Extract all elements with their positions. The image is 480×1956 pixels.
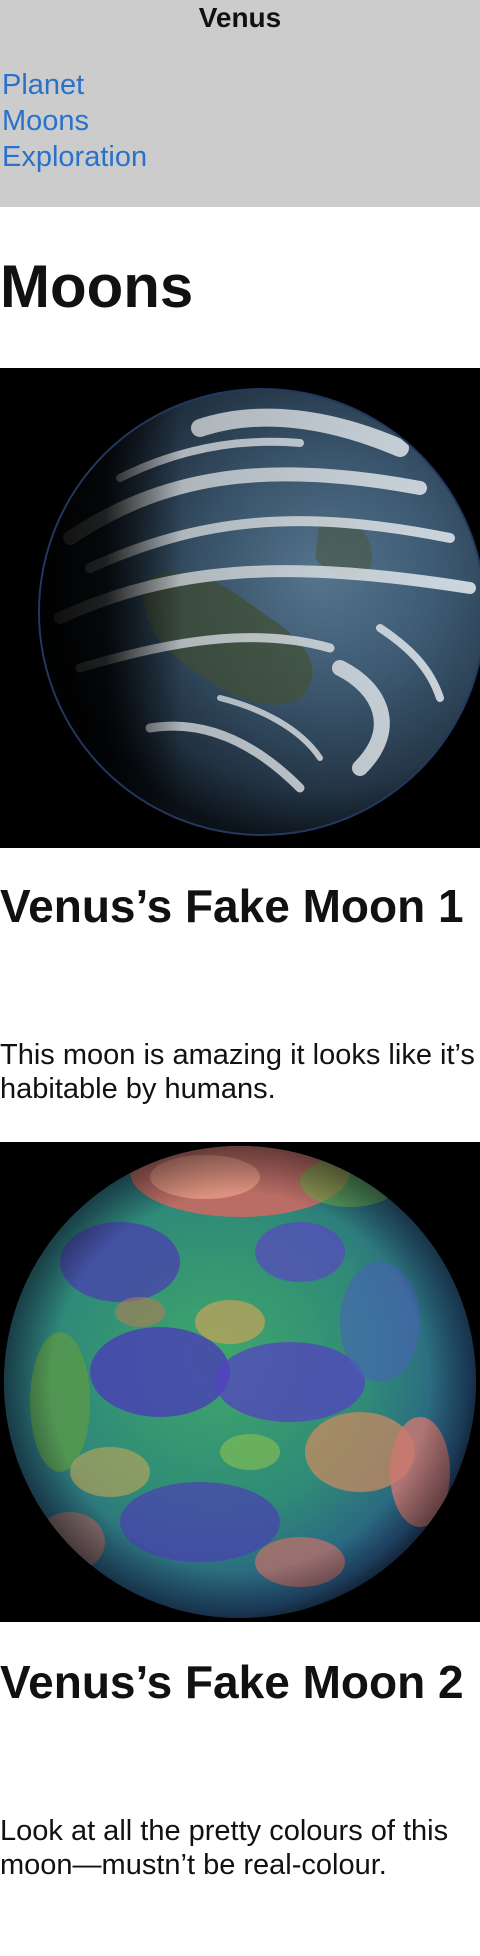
nav-link-exploration[interactable]: Exploration xyxy=(2,139,147,175)
moon-1-title: Venus’s Fake Moon 1 xyxy=(0,880,464,932)
nav-link-moons[interactable]: Moons xyxy=(2,103,147,139)
page-title: Moons xyxy=(0,253,194,320)
moon-1-description: This moon is amazing it looks like it’s … xyxy=(0,1039,475,1105)
nav-link-planet[interactable]: Planet xyxy=(2,67,147,103)
main-nav: Planet Moons Exploration xyxy=(2,67,147,175)
moon-2-description: Look at all the pretty colours of this m… xyxy=(0,1815,449,1881)
site-title: Venus xyxy=(198,2,282,33)
site-header: Venus Planet Moons Exploration xyxy=(0,0,480,207)
moon-2-title: Venus’s Fake Moon 2 xyxy=(0,1656,464,1708)
moon-1-image xyxy=(0,368,480,848)
moon-2-image xyxy=(0,1142,480,1622)
